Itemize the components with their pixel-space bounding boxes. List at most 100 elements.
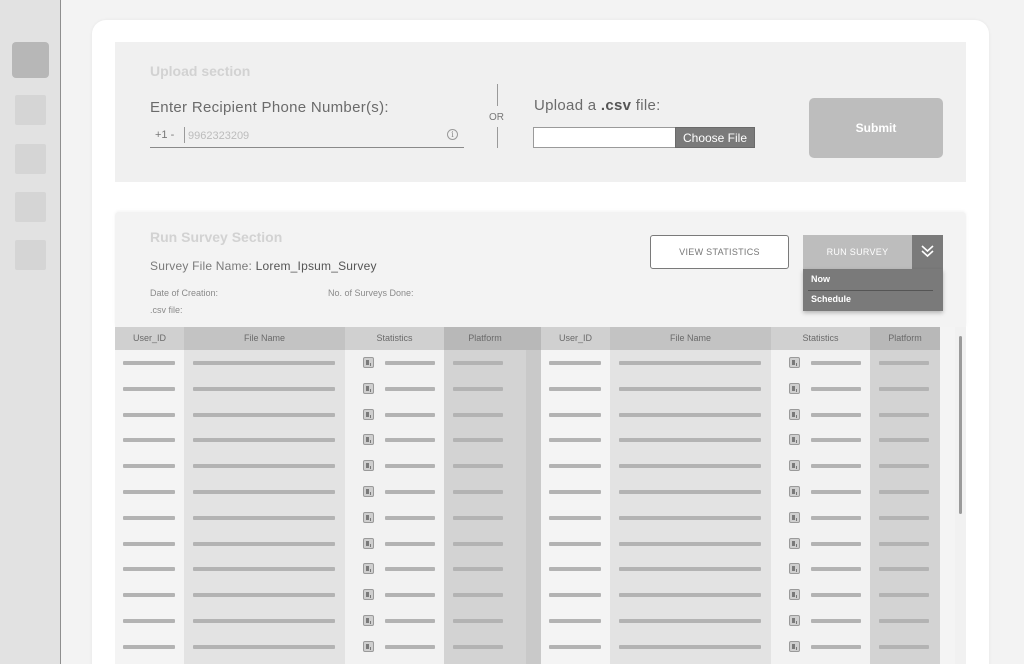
cell-statistics-right (811, 490, 861, 494)
cell-file-name-left (193, 490, 335, 494)
stats-chart-icon[interactable] (363, 615, 374, 626)
cell-platform-right (879, 619, 929, 623)
stats-chart-icon[interactable] (363, 537, 374, 549)
cell-statistics-left (385, 644, 435, 649)
sidebar-item-3[interactable] (15, 144, 46, 174)
cell-file-name-left (193, 541, 335, 546)
survey-table: User_ID File Name Statistics Platform Us… (115, 327, 966, 664)
cell-platform-right (879, 593, 929, 598)
info-icon[interactable]: i (447, 129, 458, 140)
cell-user-id-left (123, 490, 175, 494)
cell-file-name-left (193, 644, 335, 649)
cell-statistics-left (385, 593, 435, 598)
date-of-creation-label: Date of Creation: (150, 288, 219, 298)
file-name-box[interactable] (533, 127, 675, 148)
surveys-done-label: No. of Surveys Done: (328, 288, 414, 298)
cell-file-name-right (619, 361, 761, 365)
stats-chart-icon[interactable] (789, 486, 800, 497)
cell-statistics-left (385, 490, 435, 494)
cell-file-name-right (619, 619, 761, 623)
stats-chart-icon[interactable] (363, 640, 374, 652)
stats-chart-icon[interactable] (363, 589, 374, 601)
stats-chart-icon[interactable] (789, 511, 800, 523)
header-platform-2[interactable]: Platform (870, 327, 940, 350)
menu-item-schedule[interactable]: Schedule (811, 294, 851, 304)
cell-user-id-left (123, 464, 175, 469)
main-card: Upload section Enter Recipient Phone Num… (92, 20, 989, 664)
cell-file-name-right (619, 644, 761, 649)
csv-upload-label: Upload a .csv file: (534, 97, 661, 114)
cell-user-id-left (123, 644, 175, 649)
phone-number-input[interactable] (188, 127, 438, 144)
stats-chart-icon[interactable] (789, 382, 800, 394)
header-file-name-2[interactable]: File Name (610, 327, 771, 350)
stats-chart-icon[interactable] (789, 408, 800, 420)
cell-user-id-right (549, 490, 601, 494)
run-survey-button[interactable]: RUN SURVEY (803, 235, 912, 269)
stats-chart-icon[interactable] (363, 434, 374, 446)
stats-chart-icon[interactable] (363, 357, 374, 368)
cell-platform-right (879, 644, 929, 649)
submit-button[interactable]: Submit (809, 98, 943, 158)
cell-statistics-right (811, 644, 861, 649)
stats-chart-icon[interactable] (363, 563, 374, 575)
stats-chart-icon[interactable] (363, 511, 374, 523)
stats-chart-icon[interactable] (789, 640, 800, 652)
header-user-id[interactable]: User_ID (115, 327, 184, 350)
stats-chart-icon[interactable] (363, 486, 374, 497)
header-platform[interactable]: Platform (444, 327, 526, 350)
stats-chart-icon[interactable] (363, 408, 374, 420)
header-statistics[interactable]: Statistics (345, 327, 444, 350)
stats-chart-icon[interactable] (789, 615, 800, 626)
sidebar-item-2[interactable] (15, 95, 46, 125)
scroll-thumb[interactable] (959, 336, 962, 514)
cell-user-id-right (549, 361, 601, 365)
csv-label-ext: .csv (600, 97, 632, 114)
stats-chart-icon[interactable] (789, 537, 800, 549)
chevron-double-down-icon (921, 245, 934, 258)
run-survey-section: Run Survey Section Survey File Name: Lor… (115, 212, 966, 327)
cell-statistics-left (385, 386, 435, 391)
cell-statistics-left (385, 515, 435, 520)
cell-user-id-right (549, 541, 601, 546)
or-divider-top (497, 84, 498, 106)
view-statistics-button[interactable]: VIEW STATISTICS (650, 235, 789, 269)
cell-user-id-right (549, 515, 601, 520)
stats-chart-icon[interactable] (789, 563, 800, 575)
cell-platform-right (879, 361, 929, 365)
stats-chart-icon[interactable] (363, 382, 374, 394)
header-statistics-2[interactable]: Statistics (771, 327, 870, 350)
stats-chart-icon[interactable] (789, 357, 800, 368)
choose-file-button[interactable]: Choose File (675, 127, 755, 148)
menu-item-now[interactable]: Now (811, 274, 830, 284)
csv-file-label: .csv file: (150, 305, 183, 315)
run-survey-dropdown-toggle[interactable] (912, 235, 943, 269)
header-user-id-2[interactable]: User_ID (541, 327, 610, 350)
cell-file-name-right (619, 490, 761, 494)
header-file-name[interactable]: File Name (184, 327, 345, 350)
cell-statistics-right (811, 593, 861, 598)
cell-user-id-left (123, 567, 175, 572)
sidebar-item-4[interactable] (15, 192, 46, 222)
cell-user-id-left (123, 438, 175, 443)
sidebar-item-5[interactable] (15, 240, 46, 270)
cell-file-name-left (193, 464, 335, 469)
cell-platform-right (879, 541, 929, 546)
left-sidebar (0, 0, 61, 664)
cell-platform-right (879, 386, 929, 391)
cell-platform-left (453, 541, 503, 546)
or-label: OR (489, 112, 504, 123)
table-scrollbar[interactable] (955, 327, 966, 664)
cell-statistics-left (385, 567, 435, 572)
stats-chart-icon[interactable] (789, 434, 800, 446)
stats-chart-icon[interactable] (363, 460, 374, 472)
cell-user-id-left (123, 412, 175, 417)
stats-chart-icon[interactable] (789, 589, 800, 601)
sidebar-item-1[interactable] (12, 42, 49, 78)
stats-chart-icon[interactable] (789, 460, 800, 472)
survey-file-name: Lorem_Ipsum_Survey (255, 259, 377, 273)
cell-user-id-right (549, 386, 601, 391)
cell-platform-left (453, 386, 503, 391)
cell-platform-left (453, 490, 503, 494)
or-divider-bottom (497, 127, 498, 148)
